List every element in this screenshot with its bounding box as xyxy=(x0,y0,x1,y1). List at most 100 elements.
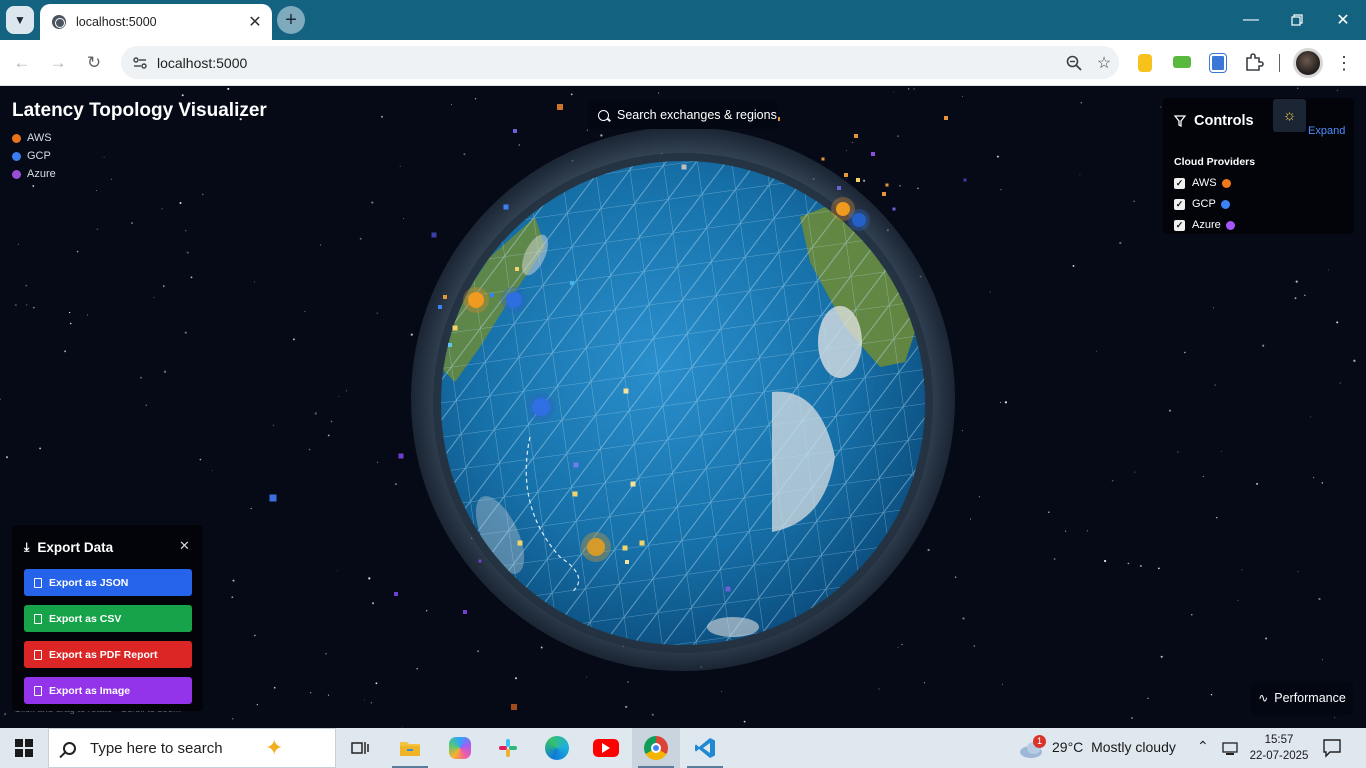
extension-icon-yellow[interactable] xyxy=(1138,54,1152,72)
minimize-button[interactable]: — xyxy=(1228,0,1274,40)
export-image-button[interactable]: Export as Image xyxy=(24,677,192,704)
address-bar[interactable]: localhost:5000 ☆ xyxy=(121,46,1119,79)
tab-search-button[interactable]: ▼ xyxy=(6,6,34,34)
exchange-marker[interactable] xyxy=(463,610,467,614)
bookmark-star-icon[interactable]: ☆ xyxy=(1089,48,1119,78)
taskbar-search-box[interactable]: Type here to search ✦ xyxy=(48,728,336,768)
exchange-marker[interactable] xyxy=(394,592,398,596)
checkbox-aws[interactable]: ✓ xyxy=(1174,177,1185,189)
exchange-marker[interactable] xyxy=(821,157,825,161)
extensions-puzzle-icon[interactable] xyxy=(1244,52,1266,74)
exchange-marker[interactable] xyxy=(725,586,731,592)
restore-button[interactable] xyxy=(1274,0,1320,40)
exchange-marker[interactable] xyxy=(515,267,519,271)
close-window-button[interactable]: ✕ xyxy=(1320,0,1366,40)
start-button[interactable] xyxy=(0,728,48,768)
more-options-icon[interactable]: ⋮ xyxy=(1332,50,1356,76)
exchange-marker[interactable] xyxy=(511,704,517,710)
region-marker-aws[interactable] xyxy=(581,532,611,562)
exchange-marker[interactable] xyxy=(517,540,523,546)
extension-icon-green[interactable] xyxy=(1173,56,1191,68)
exchange-marker[interactable] xyxy=(854,134,858,138)
exchange-marker[interactable] xyxy=(681,164,687,170)
edge-app[interactable] xyxy=(533,728,581,768)
exchange-marker[interactable] xyxy=(513,129,517,133)
provider-filter-gcp[interactable]: ✓ GCP xyxy=(1174,198,1230,210)
expand-button[interactable]: Expand xyxy=(1308,125,1345,137)
export-json-button[interactable]: Export as JSON xyxy=(24,569,192,596)
theme-toggle-button[interactable]: ☼ xyxy=(1273,99,1306,132)
search-exchanges-button[interactable]: Search exchanges & regions xyxy=(588,101,778,129)
exchange-marker[interactable] xyxy=(269,494,277,502)
checkbox-azure[interactable]: ✓ xyxy=(1174,219,1185,231)
exchange-marker[interactable] xyxy=(623,388,629,394)
exchange-marker[interactable] xyxy=(570,281,574,285)
extension-icon-clipboard[interactable] xyxy=(1210,54,1226,72)
exchange-marker[interactable] xyxy=(882,192,886,196)
profile-avatar[interactable] xyxy=(1293,48,1323,78)
export-image-label: Export as Image xyxy=(49,684,131,697)
weather-text[interactable]: 29°C Mostly cloudy xyxy=(1052,739,1176,755)
forward-button[interactable]: → xyxy=(43,48,73,78)
exchange-marker[interactable] xyxy=(572,491,578,497)
exchange-marker[interactable] xyxy=(557,104,563,110)
exchange-marker[interactable] xyxy=(639,540,645,546)
youtube-app[interactable] xyxy=(582,728,630,768)
checkbox-gcp[interactable]: ✓ xyxy=(1174,198,1185,210)
exchange-marker[interactable] xyxy=(871,152,875,156)
exchange-marker[interactable] xyxy=(478,559,482,563)
exchange-marker[interactable] xyxy=(622,545,628,551)
reload-button[interactable]: ↻ xyxy=(79,48,109,78)
exchange-marker[interactable] xyxy=(573,462,579,468)
exchange-marker[interactable] xyxy=(490,293,494,297)
star xyxy=(153,296,155,298)
task-view-button[interactable] xyxy=(336,728,384,768)
exchange-marker[interactable] xyxy=(844,173,848,177)
new-tab-button[interactable]: + xyxy=(277,6,305,34)
exchange-marker[interactable] xyxy=(431,232,437,238)
network-icon[interactable] xyxy=(1222,740,1240,761)
show-hidden-icons-chevron-up-icon[interactable]: ⌃ xyxy=(1197,738,1209,755)
region-marker-gcp[interactable] xyxy=(527,393,555,421)
globe-viewport[interactable]: Latency Topology Visualizer AWS GCP Azur… xyxy=(0,87,1366,728)
copilot-app[interactable] xyxy=(436,728,484,768)
export-csv-button[interactable]: Export as CSV xyxy=(24,605,192,632)
exchange-marker[interactable] xyxy=(438,305,442,309)
browser-tab[interactable]: localhost:5000 ✕ xyxy=(40,4,272,40)
provider-filter-aws[interactable]: ✓ AWS xyxy=(1174,177,1231,189)
site-info-icon[interactable] xyxy=(129,52,151,74)
notifications-icon[interactable] xyxy=(1322,738,1342,763)
exchange-marker[interactable] xyxy=(837,186,841,190)
slack-app[interactable] xyxy=(484,728,532,768)
exchange-marker[interactable] xyxy=(448,343,452,347)
exchange-marker[interactable] xyxy=(452,325,458,331)
weather-widget[interactable]: 1 xyxy=(1018,735,1046,765)
performance-button[interactable]: ∿ Performance xyxy=(1251,681,1353,715)
exchange-marker[interactable] xyxy=(856,178,860,182)
globe-canvas[interactable] xyxy=(0,87,1366,728)
export-pdf-button[interactable]: Export as PDF Report xyxy=(24,641,192,668)
chrome-app[interactable] xyxy=(632,728,680,768)
exchange-marker[interactable] xyxy=(443,295,447,299)
region-marker-gcp[interactable] xyxy=(848,209,870,231)
system-clock[interactable]: 15:57 22-07-2025 xyxy=(1249,732,1309,764)
youtube-icon xyxy=(593,739,619,757)
exchange-marker[interactable] xyxy=(892,207,896,211)
file-explorer-app[interactable] xyxy=(386,728,434,768)
exchange-marker[interactable] xyxy=(625,560,629,564)
exchange-marker[interactable] xyxy=(963,178,967,182)
provider-filter-azure[interactable]: ✓ Azure xyxy=(1174,219,1235,231)
region-marker-aws[interactable] xyxy=(463,287,489,313)
exchange-marker[interactable] xyxy=(885,183,889,187)
exchange-marker[interactable] xyxy=(503,204,509,210)
region-marker-gcp[interactable] xyxy=(501,287,527,313)
exchange-marker[interactable] xyxy=(398,453,404,459)
exchange-marker[interactable] xyxy=(944,116,948,120)
star xyxy=(913,88,915,90)
close-tab-icon[interactable]: ✕ xyxy=(244,11,266,33)
close-icon[interactable]: ✕ xyxy=(179,538,190,554)
zoom-icon[interactable] xyxy=(1059,48,1089,78)
back-button[interactable]: ← xyxy=(7,48,37,78)
vscode-app[interactable] xyxy=(681,728,729,768)
exchange-marker[interactable] xyxy=(630,481,636,487)
